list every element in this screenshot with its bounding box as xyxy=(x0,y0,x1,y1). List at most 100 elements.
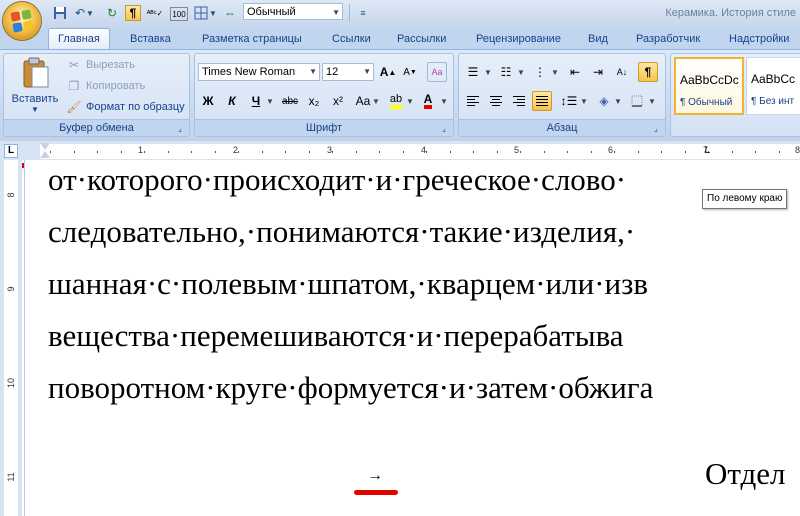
redo-icon[interactable]: ↻ xyxy=(104,5,120,21)
customize-qat-icon[interactable]: ≡ xyxy=(355,5,371,21)
font-color-icon[interactable]: A xyxy=(418,91,438,111)
tab-stop-marker[interactable]: └ xyxy=(702,147,710,159)
copy-label: Копировать xyxy=(86,80,146,92)
layout-icon[interactable] xyxy=(193,5,209,21)
pilcrow-icon[interactable]: ¶ xyxy=(125,5,141,21)
hanging-indent-marker[interactable] xyxy=(40,151,50,158)
decrease-indent-icon[interactable]: ⇤ xyxy=(565,62,585,82)
tab-insert[interactable]: Вставка xyxy=(130,30,171,49)
spelling-icon[interactable]: ᴬᴮᶜ✓ xyxy=(147,5,163,21)
tab-home[interactable]: Главная xyxy=(48,28,110,50)
chevron-down-icon[interactable]: ▼ xyxy=(580,97,588,106)
chevron-down-icon[interactable]: ▼ xyxy=(551,68,559,77)
office-button[interactable] xyxy=(3,2,41,40)
vertical-ruler[interactable] xyxy=(4,160,18,516)
dialog-launcher-icon[interactable]: ⌟ xyxy=(442,124,451,133)
font-size-value: 12 xyxy=(326,66,339,78)
cut-button[interactable]: ✂ Вырезать xyxy=(66,56,135,74)
font-size-combo[interactable]: 12 ▼ xyxy=(322,63,374,81)
style-no-spacing-name: ¶ Без инт xyxy=(751,96,795,107)
document-line[interactable]: вещества·перемешиваются·и·перерабатыва xyxy=(48,318,624,354)
borders-icon[interactable] xyxy=(627,91,647,111)
ruler-tick xyxy=(238,151,239,153)
ruler-tick xyxy=(661,151,662,153)
counter-icon[interactable]: 100 xyxy=(170,7,188,21)
tab-mailings[interactable]: Рассылки xyxy=(397,30,446,49)
grow-font-button[interactable]: A ▲ xyxy=(378,62,398,82)
highlight-icon[interactable]: ab xyxy=(386,91,406,111)
tab-addins[interactable]: Надстройки xyxy=(729,30,789,49)
style-no-spacing-sample: AaBbCc xyxy=(751,72,796,86)
chevron-down-icon[interactable]: ▼ xyxy=(406,97,414,106)
style-no-spacing[interactable]: AaBbCc ¶ Без инт xyxy=(746,57,800,115)
document-line[interactable]: от·которого·происходит·и·греческое·слово… xyxy=(48,162,626,198)
ruler-tick xyxy=(473,151,474,153)
separator xyxy=(349,4,350,22)
ruler-number: 2 xyxy=(233,145,239,155)
ruler-tick xyxy=(285,151,286,153)
align-center-icon[interactable] xyxy=(486,91,506,111)
numbering-icon[interactable]: ☷ xyxy=(496,62,516,82)
copy-button[interactable]: ❐ Копировать xyxy=(66,77,146,95)
justify-icon[interactable] xyxy=(532,91,552,111)
chevron-down-icon[interactable]: ▼ xyxy=(648,97,656,106)
shrink-font-button[interactable]: A ▼ xyxy=(400,62,420,82)
ruler-tick xyxy=(121,151,122,153)
chevron-down-icon[interactable]: ▼ xyxy=(440,97,448,106)
scissors-icon: ✂ xyxy=(68,58,80,72)
clear-format-icon[interactable]: Aa xyxy=(427,62,447,82)
line-spacing-icon[interactable]: ↕☰ xyxy=(559,91,579,111)
underline-button[interactable]: Ч xyxy=(246,91,266,111)
tab-page-layout[interactable]: Разметка страницы xyxy=(202,30,302,49)
format-painter-button[interactable]: 🖌 Формат по образцу xyxy=(66,98,185,116)
tab-references[interactable]: Ссылки xyxy=(332,30,371,49)
caret-up-icon: ▲ xyxy=(388,67,397,77)
document-line[interactable]: поворотном·круге·формуется·и·затем·обжиг… xyxy=(48,370,653,406)
tab-selector-button[interactable]: L xyxy=(4,144,18,158)
shading-icon[interactable]: ◈ xyxy=(594,91,614,111)
undo-dropdown-icon[interactable]: ▼ xyxy=(86,5,94,21)
first-line-indent-marker[interactable] xyxy=(40,143,50,150)
style-normal[interactable]: AaBbCcDc ¶ Обычный xyxy=(674,57,744,115)
align-left-icon[interactable] xyxy=(463,91,483,111)
tab-review[interactable]: Рецензирование xyxy=(476,30,561,49)
paste-button[interactable]: Вставить ▼ xyxy=(10,57,60,117)
ruler-tick xyxy=(403,151,404,153)
strikethrough-button[interactable]: abc xyxy=(280,91,300,111)
sort-icon[interactable]: А↓ xyxy=(612,62,632,82)
superscript-button[interactable]: x² xyxy=(328,91,348,111)
tab-developer[interactable]: Разработчик xyxy=(636,30,700,49)
change-case-button[interactable]: Aa xyxy=(353,91,373,111)
save-icon[interactable] xyxy=(52,5,68,21)
subscript-button[interactable]: x₂ xyxy=(304,91,324,111)
dialog-launcher-icon[interactable]: ⌟ xyxy=(178,124,187,133)
bullets-icon[interactable]: ☰ xyxy=(463,62,483,82)
ruler-tick xyxy=(356,151,357,153)
chevron-down-icon[interactable]: ▼ xyxy=(614,97,622,106)
dialog-launcher-icon[interactable]: ⌟ xyxy=(654,124,663,133)
multilevel-list-icon[interactable]: ⋮ xyxy=(530,62,550,82)
show-marks-icon[interactable]: ¶ xyxy=(638,62,658,82)
clipboard-group-label: Буфер обмена xyxy=(4,119,189,136)
chevron-down-icon[interactable]: ▼ xyxy=(372,97,380,106)
tab-view[interactable]: Вид xyxy=(588,30,608,49)
font-name-combo[interactable]: Times New Roman ▼ xyxy=(198,63,320,81)
document-heading-fragment[interactable]: Отдел xyxy=(705,456,786,492)
format-painter-label: Формат по образцу xyxy=(86,101,185,113)
document-line[interactable]: шанная·с·полевым·шпатом,·кварцем·или·изв xyxy=(48,266,648,302)
increase-indent-icon[interactable]: ⇥ xyxy=(588,62,608,82)
chevron-down-icon[interactable]: ▼ xyxy=(484,68,492,77)
document-line[interactable]: следовательно,·понимаются·такие·изделия,… xyxy=(48,214,635,250)
ruler-tick xyxy=(779,151,780,153)
tab-character-arrow: → xyxy=(367,467,383,484)
align-right-icon[interactable] xyxy=(509,91,529,111)
quick-style-combo[interactable]: Обычный ▼ xyxy=(243,3,343,20)
italic-button[interactable]: К xyxy=(222,91,242,111)
quick-style-value: Обычный xyxy=(247,6,296,18)
layout-dropdown-icon[interactable]: ▼ xyxy=(209,5,217,21)
chevron-down-icon[interactable]: ▼ xyxy=(266,97,274,106)
horizontal-ruler[interactable] xyxy=(40,144,800,159)
arrows-icon[interactable]: ⇔ xyxy=(222,5,238,21)
chevron-down-icon[interactable]: ▼ xyxy=(517,68,525,77)
bold-button[interactable]: Ж xyxy=(198,91,218,111)
